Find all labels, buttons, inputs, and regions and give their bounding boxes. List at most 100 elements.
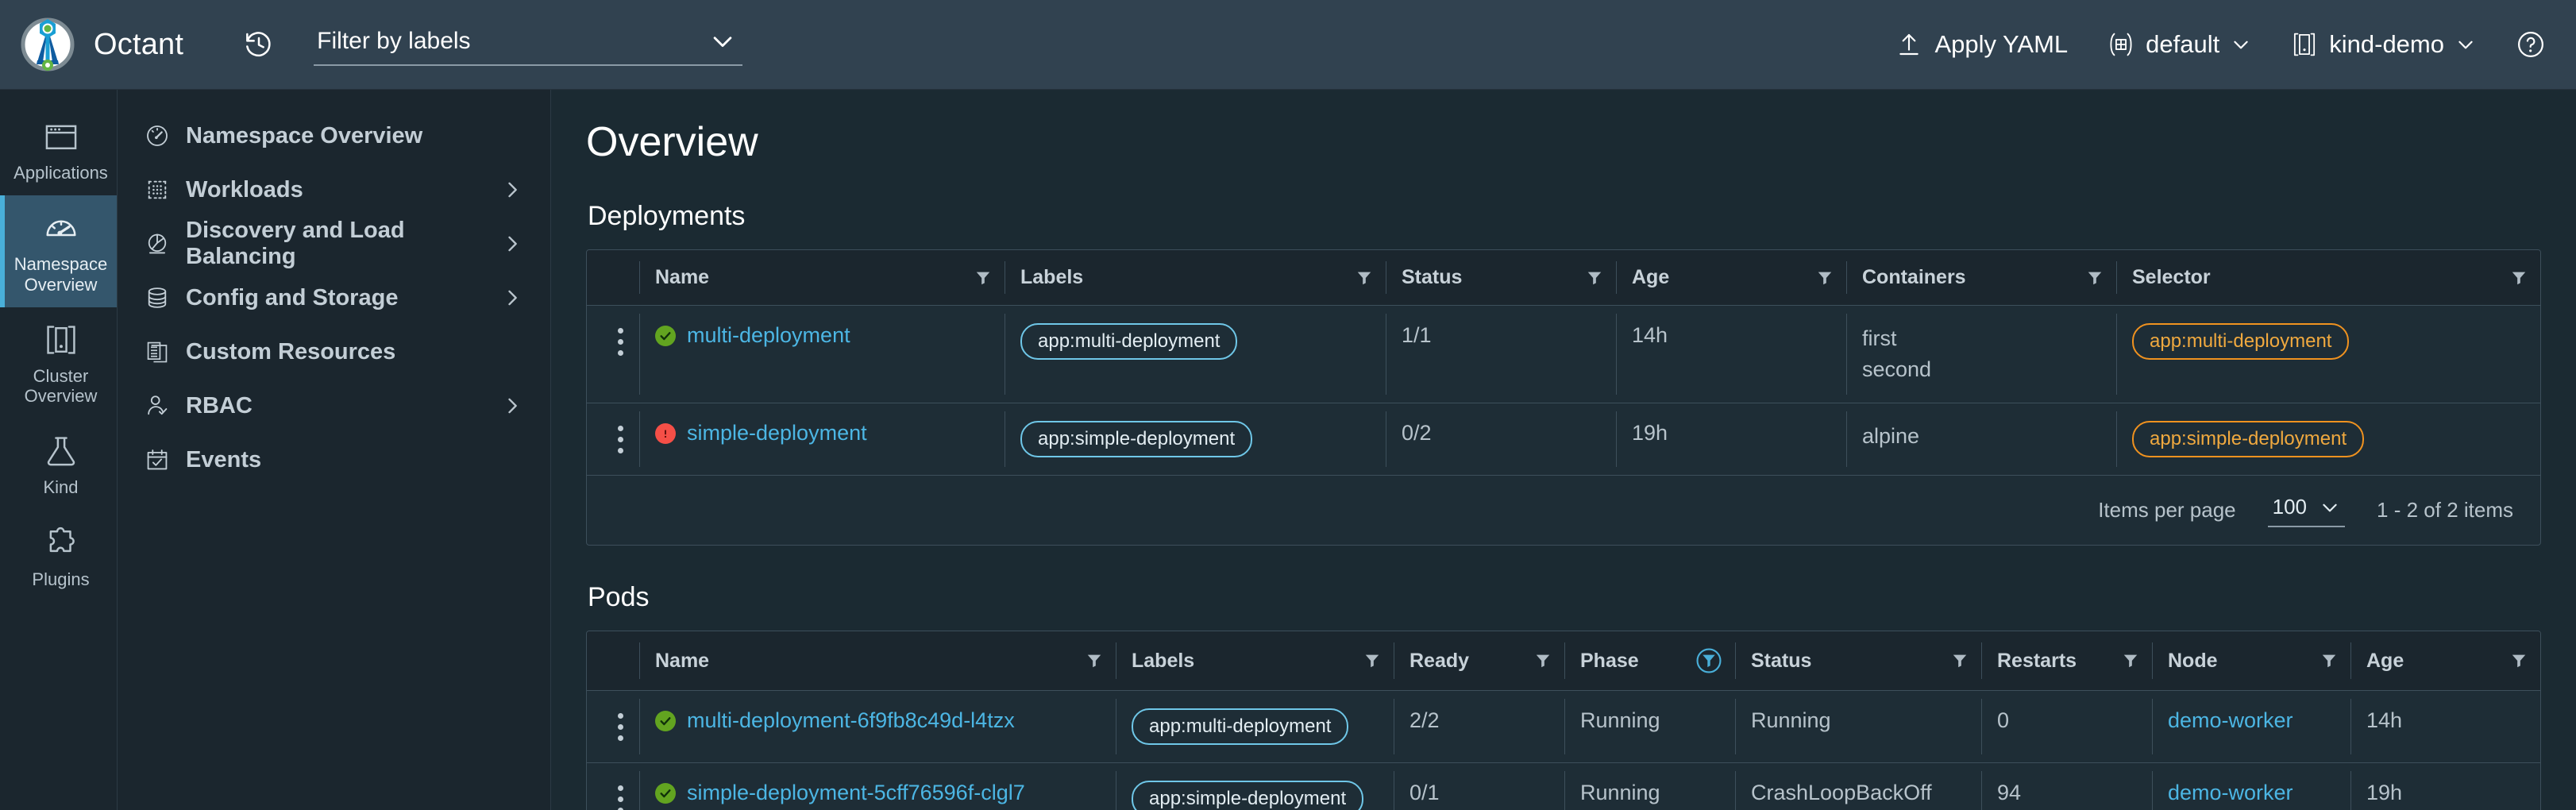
filter-icon[interactable] [1816, 269, 1834, 287]
column-header-status[interactable]: Status [1386, 250, 1616, 306]
column-header-label: Labels [1020, 266, 1084, 288]
column-header-selector[interactable]: Selector [2116, 250, 2540, 306]
filter-icon[interactable] [2122, 652, 2139, 669]
help-button[interactable] [2516, 29, 2546, 60]
chevron-down-icon [709, 28, 736, 55]
table-row[interactable]: simple-deployment app:simple-deployment … [587, 403, 2540, 476]
filter-icon[interactable] [1363, 652, 1381, 669]
sidebar-item-applications[interactable]: Applications [0, 104, 117, 195]
user-check-icon [145, 393, 170, 418]
sidebar-item-plugins[interactable]: Plugins [0, 511, 117, 602]
calendar-check-icon [145, 447, 170, 472]
filter-icon[interactable] [2320, 652, 2338, 669]
filter-icon[interactable] [1534, 652, 1552, 669]
column-header-label: Containers [1862, 266, 1966, 288]
kebab-menu-icon[interactable] [601, 781, 639, 810]
column-header-labels[interactable]: Labels [1116, 631, 1394, 692]
row-actions-button[interactable] [587, 403, 639, 476]
label-badge[interactable]: app:simple-deployment [1132, 781, 1364, 810]
documents-icon [145, 339, 170, 364]
column-header-age[interactable]: Age [1616, 250, 1846, 306]
container-name: second [1862, 357, 1932, 382]
cell-age: 19h [2350, 763, 2540, 810]
kebab-menu-icon[interactable] [601, 708, 639, 742]
nav-item-discovery-and-load-balancing[interactable]: Discovery and Load Balancing [118, 217, 550, 271]
label-badge[interactable]: app:simple-deployment [1020, 421, 1253, 458]
filter-icon[interactable] [2510, 269, 2528, 287]
nav-item-workloads[interactable]: Workloads [118, 163, 550, 217]
table-row[interactable]: multi-deployment-6f9fb8c49d-l4tzx app:mu… [587, 690, 2540, 764]
filter-icon[interactable] [1951, 652, 1969, 669]
brand[interactable]: Octant [0, 16, 183, 73]
nav-item-rbac[interactable]: RBAC [118, 379, 550, 433]
pod-name-link[interactable]: simple-deployment-5cff76596f-clgl7 [687, 781, 1025, 805]
chevron-right-icon[interactable] [501, 179, 523, 201]
deployment-name-link[interactable]: simple-deployment [687, 421, 867, 446]
deployments-table-card: Name Labels Status Age Containers Select… [586, 249, 2541, 546]
row-actions-button[interactable] [587, 305, 639, 404]
node-link[interactable]: demo-worker [2168, 708, 2293, 732]
row-actions-header [587, 250, 639, 306]
row-actions-button[interactable] [587, 690, 639, 764]
cell-ready: 0/1 [1394, 763, 1564, 810]
filter-icon[interactable] [2086, 269, 2104, 287]
cell-restarts: 0 [1981, 690, 2152, 764]
column-header-name[interactable]: Name [639, 631, 1116, 692]
pod-name-link[interactable]: multi-deployment-6f9fb8c49d-l4tzx [687, 708, 1015, 733]
filter-icon-active[interactable] [1695, 647, 1722, 674]
filter-icon[interactable] [1355, 269, 1373, 287]
app-body: Applications Namespace Overview Cluster … [0, 90, 2576, 810]
row-actions-button[interactable] [587, 763, 639, 810]
column-header-ready[interactable]: Ready [1394, 631, 1564, 692]
sidebar-item-cluster-overview[interactable]: Cluster Overview [0, 307, 117, 419]
octant-logo-icon [19, 16, 76, 73]
chevron-right-icon[interactable] [501, 287, 523, 309]
kebab-menu-icon[interactable] [601, 421, 639, 454]
nav-item-custom-resources[interactable]: Custom Resources [118, 325, 550, 379]
cell-status: Running [1735, 690, 1981, 764]
icon-rail: Applications Namespace Overview Cluster … [0, 90, 118, 810]
column-header-name[interactable]: Name [639, 250, 1005, 306]
column-header-containers[interactable]: Containers [1846, 250, 2116, 306]
cell-node: demo-worker [2152, 763, 2350, 810]
table-row[interactable]: simple-deployment-5cff76596f-clgl7 app:s… [587, 763, 2540, 810]
chevron-right-icon[interactable] [501, 233, 523, 255]
apply-yaml-button[interactable]: Apply YAML [1896, 30, 2068, 59]
column-header-labels[interactable]: Labels [1005, 250, 1386, 306]
nav-item-config-and-storage[interactable]: Config and Storage [118, 271, 550, 325]
filter-icon[interactable] [1586, 269, 1603, 287]
column-header-node[interactable]: Node [2152, 631, 2350, 692]
filter-icon[interactable] [974, 269, 992, 287]
column-header-restarts[interactable]: Restarts [1981, 631, 2152, 692]
items-per-page-select[interactable]: 100 [2267, 493, 2346, 528]
label-badge[interactable]: app:multi-deployment [1020, 323, 1238, 360]
row-actions-header [587, 631, 639, 692]
sidebar-item-label: Plugins [32, 569, 90, 589]
nav-item-namespace-overview[interactable]: Namespace Overview [118, 109, 550, 163]
table-row[interactable]: multi-deployment app:multi-deployment 1/… [587, 305, 2540, 404]
deployment-name-link[interactable]: multi-deployment [687, 323, 850, 348]
selector-badge[interactable]: app:multi-deployment [2132, 323, 2350, 360]
sidebar-item-namespace-overview[interactable]: Namespace Overview [0, 195, 117, 307]
nav-item-events[interactable]: Events [118, 433, 550, 487]
sidebar-item-label: Kind [43, 477, 79, 498]
filter-icon[interactable] [2510, 652, 2528, 669]
kebab-menu-icon[interactable] [601, 323, 639, 356]
label-badge[interactable]: app:multi-deployment [1132, 708, 1349, 746]
label-filter-select[interactable]: Filter by labels [314, 23, 743, 66]
column-header-phase[interactable]: Phase [1564, 631, 1735, 692]
column-header-age[interactable]: Age [2350, 631, 2540, 692]
deployments-section-title: Deployments [588, 201, 746, 231]
cell-node: demo-worker [2152, 690, 2350, 764]
chevron-right-icon[interactable] [501, 395, 523, 417]
sidebar-item-kind[interactable]: Kind [0, 418, 117, 510]
column-header-status[interactable]: Status [1735, 631, 1981, 692]
namespace-selector[interactable]: default [2107, 30, 2251, 59]
cell-labels: app:simple-deployment [1116, 763, 1394, 810]
cluster-selector[interactable]: kind-demo [2291, 30, 2476, 59]
column-header-label: Name [655, 649, 710, 672]
node-link[interactable]: demo-worker [2168, 781, 2293, 804]
selector-badge[interactable]: app:simple-deployment [2132, 421, 2365, 458]
filter-icon[interactable] [1086, 652, 1103, 669]
history-icon[interactable] [241, 26, 277, 63]
